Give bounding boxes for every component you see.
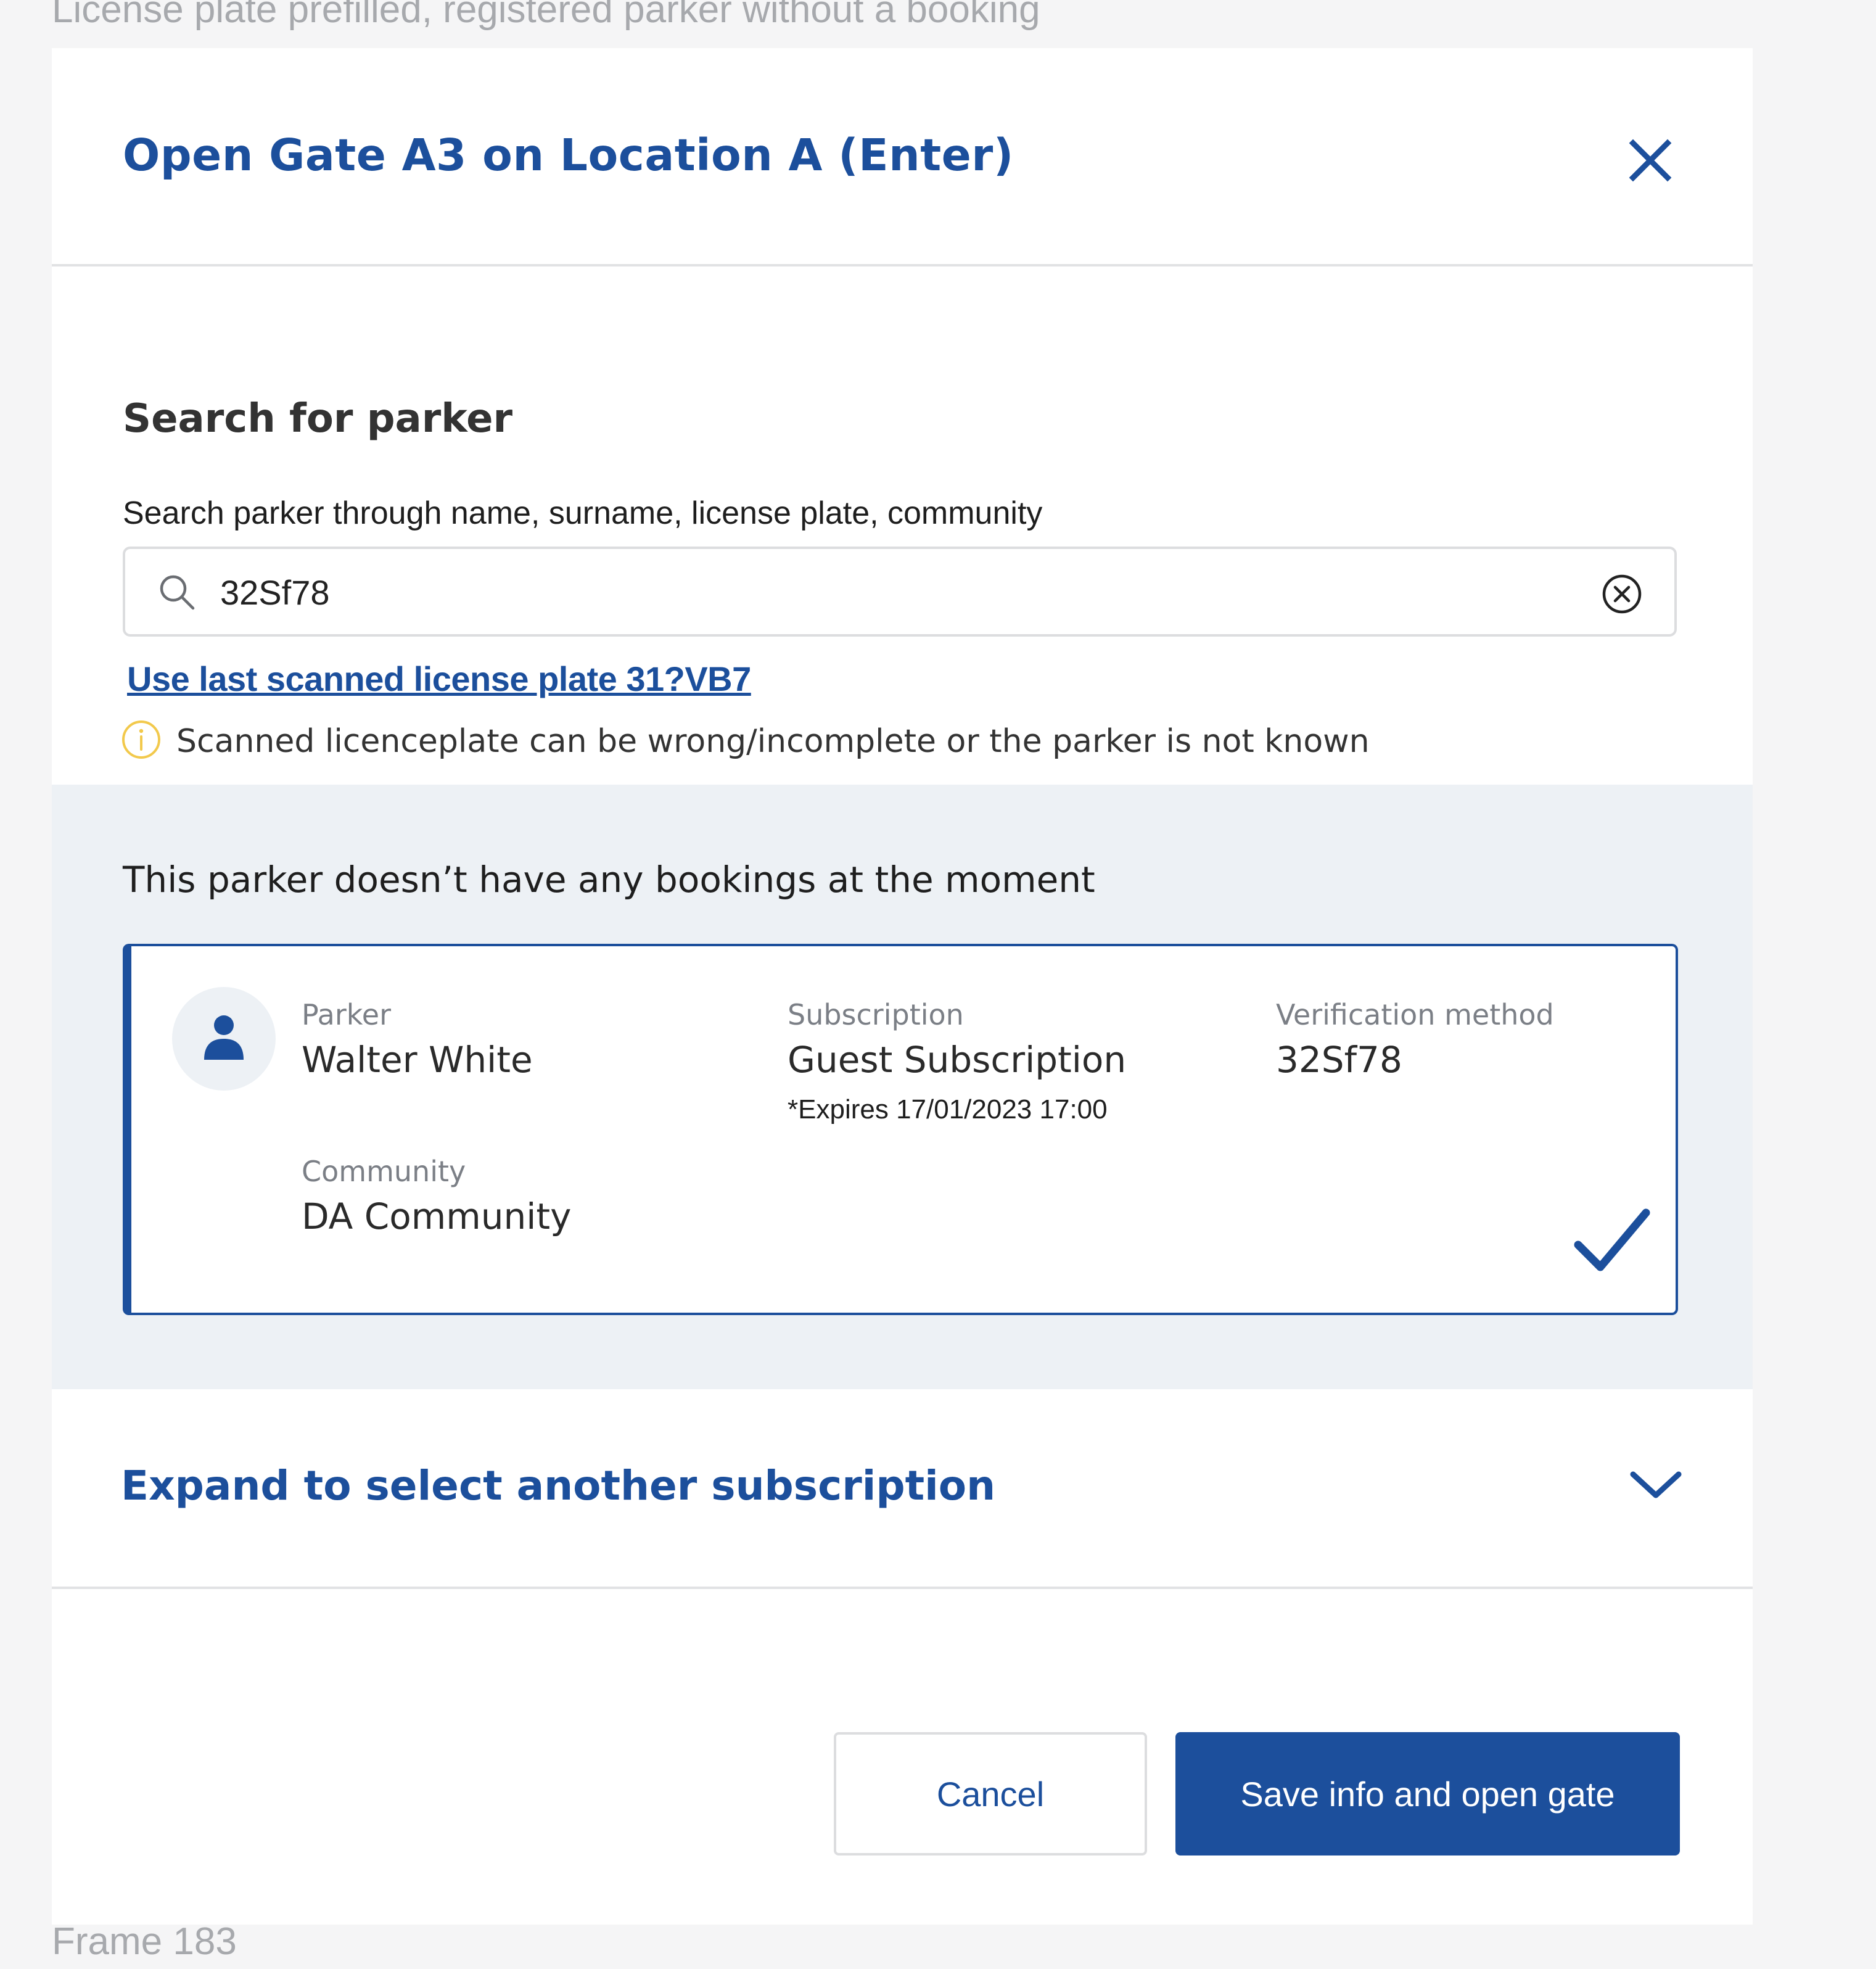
modal-title: Open Gate A3 on Location A (Enter) [123, 130, 1014, 181]
search-hint: Search parker through name, surname, lic… [123, 495, 1043, 531]
search-icon [160, 575, 195, 610]
community-name: DA Community [302, 1195, 572, 1237]
booking-section: This parker doesn’t have any bookings at… [52, 785, 1753, 1389]
save-and-open-gate-button[interactable]: Save info and open gate [1175, 1732, 1680, 1855]
parker-card[interactable]: Parker Walter White Subscription Guest S… [123, 944, 1678, 1315]
verification-label: Verification method [1276, 998, 1554, 1031]
warning-text: Scanned licenceplate can be wrong/incomp… [176, 723, 1370, 760]
subscription-label: Subscription [788, 998, 964, 1031]
no-bookings-message: This parker doesn’t have any bookings at… [123, 859, 1095, 901]
expand-subscriptions[interactable]: Expand to select another subscription [52, 1389, 1753, 1589]
open-gate-modal: Open Gate A3 on Location A (Enter) Searc… [52, 48, 1753, 1925]
clear-icon[interactable] [1600, 572, 1644, 616]
parker-label: Parker [302, 998, 391, 1031]
modal-header: Open Gate A3 on Location A (Enter) [52, 48, 1753, 266]
frame-caption: License plate prefilled, registered park… [52, 0, 1040, 31]
verification-value: 32Sf78 [1276, 1039, 1402, 1081]
parker-name: Walter White [302, 1039, 533, 1081]
cancel-button[interactable]: Cancel [834, 1732, 1147, 1855]
subscription-name: Guest Subscription [788, 1039, 1127, 1081]
search-value[interactable]: 32Sf78 [220, 572, 330, 613]
frame-label: Frame 183 [52, 1920, 237, 1963]
checkmark-icon [1574, 1208, 1650, 1271]
search-section: Search for parker Search parker through … [52, 266, 1753, 785]
close-icon[interactable] [1623, 133, 1677, 188]
section-title: Search for parker [123, 396, 513, 442]
use-last-scanned-plate-link[interactable]: Use last scanned license plate 31?VB7 [127, 659, 751, 699]
search-input[interactable]: 32Sf78 [123, 547, 1677, 637]
subscription-expiry: *Expires 17/01/2023 17:00 [788, 1094, 1108, 1125]
info-icon [122, 720, 160, 759]
chevron-down-icon[interactable] [1628, 1463, 1684, 1506]
community-label: Community [302, 1155, 466, 1188]
expand-label[interactable]: Expand to select another subscription [121, 1462, 995, 1509]
person-icon [204, 1015, 244, 1060]
avatar [172, 987, 276, 1091]
